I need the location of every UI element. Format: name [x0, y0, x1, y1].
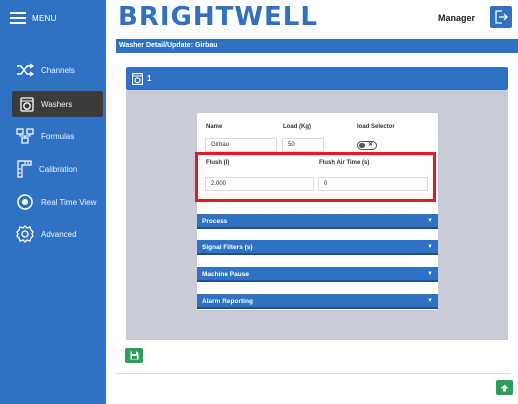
sidebar-item-formulas[interactable]: Formulas: [0, 123, 106, 149]
name-field[interactable]: Girbau: [205, 138, 277, 152]
accordion-machine-pause[interactable]: Machine Pause ▼: [197, 267, 438, 282]
name-label: Name: [206, 124, 223, 130]
menu-label: MENU: [32, 13, 57, 23]
logout-icon: [495, 10, 508, 24]
accordion-alarm-reporting[interactable]: Alarm Reporting ▼: [197, 294, 438, 309]
accordion-label: Machine Pause: [202, 271, 249, 278]
load-field[interactable]: 50: [282, 138, 324, 152]
load-label: Load (Kg): [283, 124, 311, 130]
flush-label: Flush (l): [206, 160, 230, 166]
flush-air-time-field[interactable]: 0: [318, 177, 428, 191]
caret-down-icon: ▼: [427, 218, 433, 224]
flush-air-time-label: Flush Air Time (s): [319, 160, 370, 166]
sidebar-item-label: Advanced: [41, 229, 77, 239]
washer-icon: [132, 72, 143, 85]
breadcrumb: Washer Detail/Update: Girbau: [116, 39, 518, 53]
accordion-label: Process: [202, 218, 228, 225]
caret-down-icon: ▼: [427, 271, 433, 277]
toggle-off-icon: ✕: [368, 142, 374, 148]
caret-down-icon: ▼: [427, 298, 433, 304]
flush-field[interactable]: 2.000: [205, 177, 314, 191]
gear-icon: [16, 225, 34, 243]
footer-divider: [116, 373, 511, 374]
menu-toggle-button[interactable]: MENU: [10, 7, 57, 29]
toggle-knob: [359, 143, 365, 148]
sidebar-item-label: Formulas: [41, 131, 75, 141]
load-selector-label: load Selector: [357, 124, 395, 130]
accordion-process[interactable]: Process ▼: [197, 214, 438, 229]
sidebar-item-label: Washers: [41, 99, 73, 109]
back-button[interactable]: [496, 380, 513, 395]
logout-button[interactable]: [490, 6, 512, 28]
accordion-signal-filters[interactable]: Signal Filters (s) ▼: [197, 240, 438, 255]
sidebar-item-channels[interactable]: Channels: [0, 57, 106, 83]
shuffle-icon: [17, 63, 34, 77]
formula-icon: [16, 128, 34, 144]
eye-icon: [17, 194, 33, 210]
sidebar-item-real-time-view[interactable]: Real Time View: [0, 189, 106, 215]
save-button[interactable]: [125, 348, 143, 363]
accordion-label: Alarm Reporting: [202, 298, 253, 305]
washer-panel-header[interactable]: 1: [126, 67, 508, 90]
user-name: Manager: [438, 13, 476, 23]
sidebar-item-calibration[interactable]: Calibration: [0, 156, 106, 182]
sidebar-item-label: Channels: [41, 65, 75, 75]
save-icon: [130, 351, 138, 360]
washer-icon: [20, 96, 34, 112]
sidebar-item-label: Real Time View: [41, 197, 97, 207]
brand-logo: BRIGHTWELL: [118, 2, 318, 32]
washer-number: 1: [147, 74, 152, 83]
caret-down-icon: ▼: [427, 244, 433, 250]
app-root: MENU Channels Washers Formulas Calibrati…: [0, 0, 518, 404]
calibration-icon: [17, 160, 32, 178]
hamburger-icon: [10, 12, 26, 24]
accordion-label: Signal Filters (s): [202, 244, 253, 251]
sidebar-item-label: Calibration: [39, 164, 78, 174]
sidebar-item-washers[interactable]: Washers: [12, 91, 103, 117]
sidebar: MENU Channels Washers Formulas Calibrati…: [0, 0, 106, 404]
back-arrow-icon: [500, 384, 509, 391]
load-selector-toggle[interactable]: ✕: [357, 141, 377, 150]
sidebar-item-advanced[interactable]: Advanced: [0, 221, 106, 247]
